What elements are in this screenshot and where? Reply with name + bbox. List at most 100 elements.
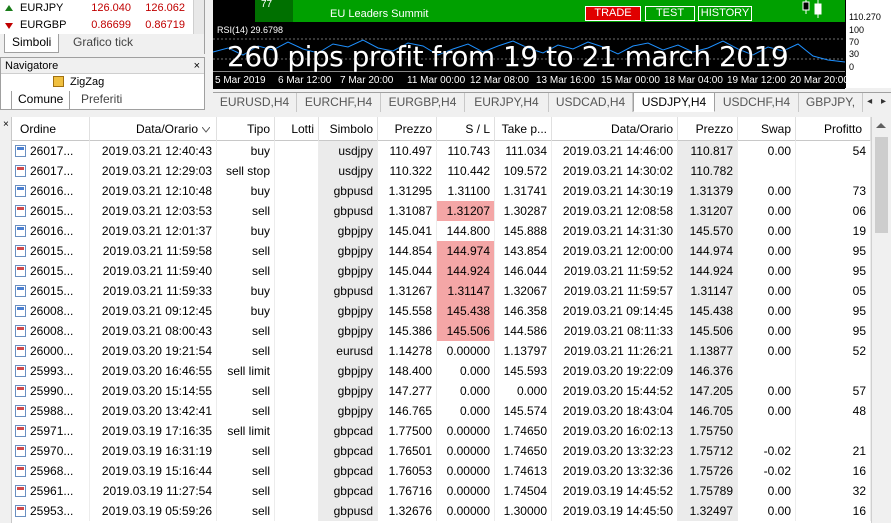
- tab-simboli[interactable]: Simboli: [4, 34, 60, 53]
- cell-data-orario: 2019.03.21 08:00:43: [90, 321, 217, 341]
- tab-grafico-tick[interactable]: Grafico tick: [66, 34, 140, 53]
- col-stop-loss[interactable]: S / L: [437, 117, 495, 141]
- table-row[interactable]: 26017... 2019.03.21 12:40:43 buy usdjpy 110.…: [12, 141, 871, 161]
- col-prezzo-chiusura[interactable]: Prezzo: [678, 117, 738, 141]
- cell-take-profit: 111.034: [495, 141, 552, 161]
- table-row[interactable]: 25993... 2019.03.20 16:46:55 sell limit gbp…: [12, 361, 871, 381]
- cell-tipo: sell limit: [217, 421, 275, 441]
- cell-profitto: 48: [796, 401, 871, 421]
- history-button[interactable]: HISTORY: [698, 6, 752, 21]
- col-data-orario[interactable]: Data/Orario: [90, 117, 217, 141]
- cell-prezzo: 110.322: [378, 161, 437, 181]
- col-ordine[interactable]: Ordine: [12, 117, 90, 141]
- table-row[interactable]: 26017... 2019.03.21 12:29:03 sell stop usdj…: [12, 161, 871, 181]
- col-data-orario-chiusura[interactable]: Data/Orario: [552, 117, 678, 141]
- tab-chart[interactable]: USDCAD,H4: [549, 93, 633, 112]
- cell-take-profit: 145.888: [495, 221, 552, 241]
- tab-scroll-arrows[interactable]: ◂ ▸: [867, 96, 889, 107]
- overlay-caption: 260 pips profit from 19 to 21 march 2019: [227, 40, 789, 73]
- col-profitto[interactable]: Profitto: [796, 117, 871, 141]
- table-row[interactable]: 25961... 2019.03.19 11:27:54 sell gbpcad 1.7…: [12, 481, 871, 501]
- cell-swap: 0.00: [738, 401, 796, 421]
- terminal-panel: × Ordine Data/Orario Tipo Lotti Simbolo …: [0, 117, 891, 523]
- cell-stop-loss: 144.974: [437, 241, 495, 261]
- table-scrollbar[interactable]: [871, 117, 891, 523]
- cell-prezzo: 146.765: [378, 401, 437, 421]
- cell-data-orario-chiusura: 2019.03.19 14:45:52: [552, 481, 678, 501]
- col-swap[interactable]: Swap: [738, 117, 796, 141]
- col-prezzo[interactable]: Prezzo: [378, 117, 437, 141]
- cell-simbolo: gbpcad: [319, 461, 378, 481]
- cell-swap: 0.00: [738, 181, 796, 201]
- up-arrow-icon: [5, 5, 13, 11]
- cell-data-orario-chiusura: 2019.03.21 14:30:02: [552, 161, 678, 181]
- table-row[interactable]: 26015... 2019.03.21 11:59:40 sell gbpjpy 145…: [12, 261, 871, 281]
- col-simbolo[interactable]: Simbolo: [319, 117, 378, 141]
- cell-take-profit: 1.74613: [495, 461, 552, 481]
- table-row[interactable]: 26015... 2019.03.21 12:03:53 sell gbpusd 1.3…: [12, 201, 871, 221]
- cell-simbolo: gbpcad: [319, 441, 378, 461]
- cell-prezzo: 145.386: [378, 321, 437, 341]
- cell-stop-loss: 0.00000: [437, 341, 495, 361]
- tab-chart-active[interactable]: USDJPY,H4: [633, 93, 715, 112]
- cell-ordine: 25990...: [12, 381, 90, 401]
- scrollbar-thumb[interactable]: [875, 137, 888, 233]
- cell-stop-loss: 144.924: [437, 261, 495, 281]
- tab-chart[interactable]: EURJPY,H4: [465, 93, 549, 112]
- cell-data-orario-chiusura: 2019.03.21 11:26:21: [552, 341, 678, 361]
- cell-data-orario: 2019.03.19 17:16:35: [90, 421, 217, 441]
- cell-profitto: 06: [796, 201, 871, 221]
- cell-stop-loss: 0.00000: [437, 481, 495, 501]
- quote-row[interactable]: EURJPY 126.040 126.062: [0, 0, 204, 17]
- cell-take-profit: 1.31741: [495, 181, 552, 201]
- cell-profitto: 05: [796, 281, 871, 301]
- tab-chart[interactable]: EURGBP,H4: [381, 93, 465, 112]
- table-row[interactable]: 26000... 2019.03.20 19:21:54 sell eurusd 1.1…: [12, 341, 871, 361]
- cell-data-orario-chiusura: 2019.03.19 14:45:50: [552, 501, 678, 521]
- cell-tipo: sell stop: [217, 161, 275, 181]
- close-icon[interactable]: ×: [194, 58, 200, 74]
- tab-chart[interactable]: GBPJPY,: [799, 93, 863, 112]
- table-row[interactable]: 26016... 2019.03.21 12:10:48 buy gbpusd 1.31…: [12, 181, 871, 201]
- table-row[interactable]: 26008... 2019.03.21 08:00:43 sell gbpjpy 145…: [12, 321, 871, 341]
- cell-simbolo: gbpjpy: [319, 381, 378, 401]
- cell-profitto: 19: [796, 221, 871, 241]
- table-row[interactable]: 25990... 2019.03.20 15:14:55 sell gbpjpy 147…: [12, 381, 871, 401]
- cell-data-orario-chiusura: 2019.03.20 18:43:04: [552, 401, 678, 421]
- close-icon[interactable]: ×: [3, 119, 9, 130]
- trade-button[interactable]: TRADE: [585, 6, 641, 21]
- cell-data-orario: 2019.03.20 15:14:55: [90, 381, 217, 401]
- table-row[interactable]: 25970... 2019.03.19 16:31:19 sell gbpcad 1.7…: [12, 441, 871, 461]
- table-row[interactable]: 25988... 2019.03.20 13:42:41 sell gbpjpy 146…: [12, 401, 871, 421]
- cell-ordine: 25971...: [12, 421, 90, 441]
- col-tipo[interactable]: Tipo: [217, 117, 275, 141]
- cell-prezzo-chiusura: 1.75750: [678, 421, 738, 441]
- cell-tipo: sell: [217, 461, 275, 481]
- col-take-profit[interactable]: Take p...: [495, 117, 552, 141]
- quote-row[interactable]: EURGBP 0.86699 0.86719: [0, 17, 204, 34]
- table-row[interactable]: 25953... 2019.03.19 05:59:26 sell gbpusd 1.3…: [12, 501, 871, 521]
- tab-chart[interactable]: EURCHF,H4: [297, 93, 381, 112]
- scroll-up-icon[interactable]: [876, 123, 886, 128]
- tab-chart[interactable]: EURUSD,H4: [213, 93, 297, 112]
- table-row[interactable]: 26015... 2019.03.21 11:59:58 sell gbpjpy 144…: [12, 241, 871, 261]
- table-row[interactable]: 26008... 2019.03.21 09:12:45 buy gbpjpy 145.…: [12, 301, 871, 321]
- table-row[interactable]: 25968... 2019.03.19 15:16:44 sell gbpcad 1.7…: [12, 461, 871, 481]
- cell-swap: [738, 421, 796, 441]
- cell-lotti: [275, 441, 319, 461]
- cell-simbolo: eurusd: [319, 341, 378, 361]
- col-lotti[interactable]: Lotti: [275, 117, 319, 141]
- cell-swap: 0.00: [738, 201, 796, 221]
- chart-area[interactable]: 77 EU Leaders Summit TRADE TEST HISTORY: [213, 0, 848, 22]
- tab-preferiti[interactable]: Preferiti: [75, 91, 128, 110]
- tab-chart[interactable]: USDCHF,H4: [715, 93, 799, 112]
- tab-comune[interactable]: Comune: [11, 91, 71, 110]
- cell-stop-loss: 0.00000: [437, 461, 495, 481]
- quotes-scrollbar[interactable]: [193, 0, 204, 34]
- table-row[interactable]: 25971... 2019.03.19 17:16:35 sell limit gbp…: [12, 421, 871, 441]
- test-button[interactable]: TEST: [645, 6, 695, 21]
- navigator-item-zigzag[interactable]: ZigZag: [53, 75, 104, 89]
- table-row[interactable]: 26016... 2019.03.21 12:01:37 buy gbpjpy 145.…: [12, 221, 871, 241]
- cell-data-orario: 2019.03.19 05:59:26: [90, 501, 217, 521]
- table-row[interactable]: 26015... 2019.03.21 11:59:33 buy gbpusd 1.31…: [12, 281, 871, 301]
